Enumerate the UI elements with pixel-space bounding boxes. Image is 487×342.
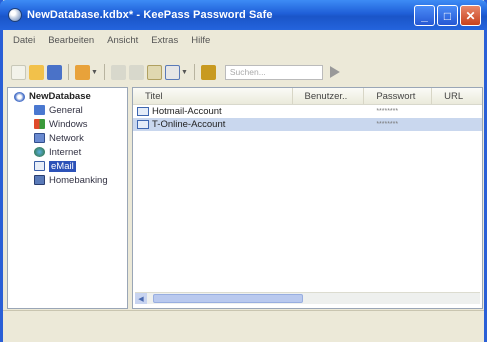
column-header-password[interactable]: Passwort — [364, 88, 433, 104]
scroll-left-icon[interactable]: ◀ — [135, 293, 147, 304]
search-input[interactable]: Suchen... — [224, 64, 323, 80]
add-entry-icon[interactable] — [75, 64, 90, 80]
menu-datei[interactable]: Datei — [13, 35, 35, 46]
internet-icon — [34, 147, 45, 157]
close-button[interactable]: ✕ — [460, 5, 481, 26]
entry-password: ******** — [376, 121, 399, 128]
tree-group-homebanking[interactable]: Homebanking — [14, 173, 127, 187]
tree-group-internet[interactable]: Internet — [14, 145, 127, 159]
maximize-button[interactable]: □ — [437, 5, 458, 26]
find-icon[interactable] — [146, 64, 162, 80]
menu-bar: Datei Bearbeiten Ansicht Extras Hilfe — [3, 30, 484, 50]
add-entry-dropdown-icon[interactable]: ▼ — [91, 69, 98, 76]
lock-workspace-icon[interactable] — [200, 64, 216, 80]
toolbar-separator — [68, 64, 69, 80]
open-folder-icon[interactable] — [29, 64, 44, 80]
toolbar: ▼ ▼ Suchen... — [3, 60, 484, 84]
network-icon — [34, 133, 45, 143]
tree-group-windows[interactable]: Windows — [14, 117, 127, 131]
menu-hilfe[interactable]: Hilfe — [191, 35, 210, 46]
windows-icon — [34, 119, 45, 129]
copy-username-icon[interactable] — [110, 64, 126, 80]
tree-root-database[interactable]: NewDatabase — [14, 90, 127, 103]
entry-title: Hotmail-Account — [152, 106, 222, 117]
tree-root-label: NewDatabase — [29, 91, 91, 102]
database-icon — [14, 91, 25, 102]
keepass-window: NewDatabase.kdbx* - KeePass Password Saf… — [0, 0, 487, 342]
entry-row[interactable]: Hotmail-Account ******** — [133, 105, 482, 118]
entry-list[interactable]: Titel Benutzer.. Passwort URL Hotmail-Ac… — [132, 87, 483, 309]
scrollbar-thumb[interactable] — [153, 294, 303, 303]
menu-bearbeiten[interactable]: Bearbeiten — [48, 35, 94, 46]
search-go-icon[interactable] — [329, 66, 340, 78]
tree-group-network[interactable]: Network — [14, 131, 127, 145]
view-dropdown-icon[interactable]: ▼ — [181, 69, 188, 76]
toolbar-separator — [193, 64, 195, 80]
entry-password: ******** — [376, 108, 399, 115]
window-title: NewDatabase.kdbx* - KeePass Password Saf… — [27, 9, 273, 21]
copy-password-icon[interactable] — [128, 64, 144, 80]
group-tree[interactable]: NewDatabase General Windows Network Inte… — [7, 87, 128, 309]
status-bar — [3, 310, 484, 342]
minimize-button[interactable]: _ — [414, 5, 435, 26]
toolbar-separator — [103, 64, 105, 80]
entry-row[interactable]: T-Online-Account ******** — [133, 118, 482, 131]
column-header-title[interactable]: Titel — [133, 88, 293, 104]
save-icon[interactable] — [47, 64, 62, 80]
folder-icon — [34, 105, 45, 115]
email-entry-icon — [137, 120, 149, 129]
column-header-url[interactable]: URL — [432, 88, 482, 104]
list-header: Titel Benutzer.. Passwort URL — [133, 88, 482, 105]
menu-extras[interactable]: Extras — [151, 35, 178, 46]
new-database-icon[interactable] — [11, 64, 26, 80]
email-icon — [34, 161, 45, 171]
column-header-user[interactable]: Benutzer.. — [293, 88, 365, 104]
menu-ansicht[interactable]: Ansicht — [107, 35, 138, 46]
keepass-app-icon — [8, 8, 22, 22]
email-entry-icon — [137, 107, 149, 116]
tree-group-general[interactable]: General — [14, 103, 127, 117]
title-bar[interactable]: NewDatabase.kdbx* - KeePass Password Saf… — [0, 0, 487, 30]
view-icon[interactable] — [164, 64, 180, 80]
tree-group-email[interactable]: eMail — [14, 159, 127, 173]
entry-title: T-Online-Account — [152, 119, 226, 130]
horizontal-scrollbar[interactable]: ◀ — [135, 292, 480, 304]
homebanking-icon — [34, 175, 45, 185]
